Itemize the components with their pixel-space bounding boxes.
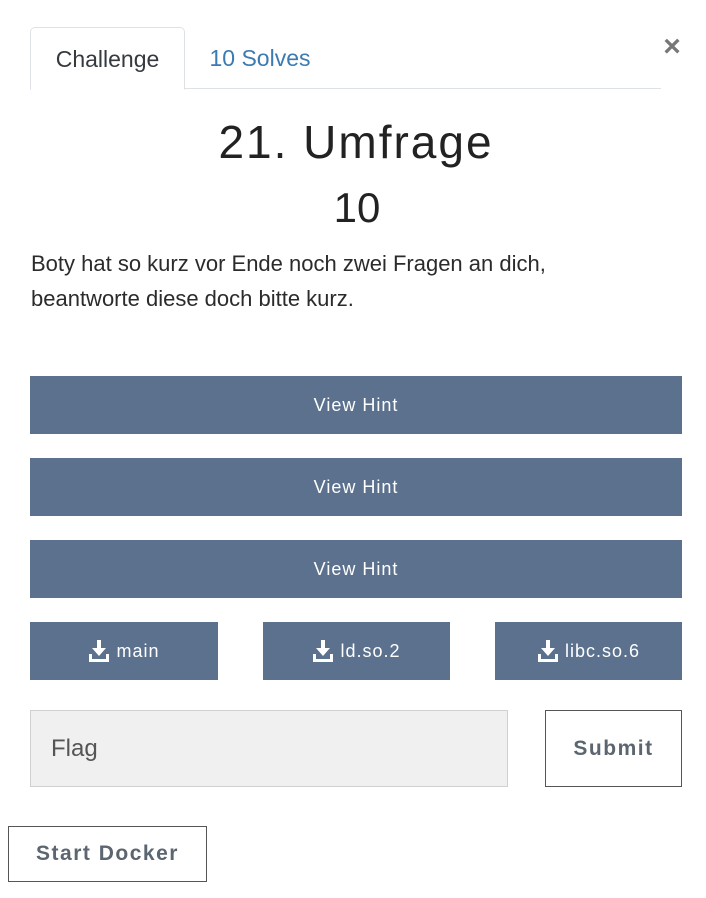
file-download-ld[interactable]: ld.so.2 <box>263 622 450 680</box>
submit-button[interactable]: Submit <box>545 710 682 787</box>
start-docker-button[interactable]: Start Docker <box>8 826 207 882</box>
download-icon <box>89 640 110 662</box>
description-line: Boty hat so kurz vor Ende noch zwei Frag… <box>31 251 546 276</box>
close-icon[interactable]: × <box>656 30 688 64</box>
file-download-libc[interactable]: libc.so.6 <box>495 622 682 680</box>
challenge-modal: Challenge 10 Solves × 21. Umfrage 10 Bot… <box>0 0 706 898</box>
tab-bar: Challenge 10 Solves <box>30 27 661 90</box>
tab-solves[interactable]: 10 Solves <box>190 27 330 89</box>
challenge-points: 10 <box>333 184 381 231</box>
description-line: beantworte diese doch bitte kurz. <box>31 286 354 311</box>
view-hint-button[interactable]: View Hint <box>30 376 682 434</box>
download-icon <box>537 640 558 662</box>
challenge-description: Boty hat so kurz vor Ende noch zwei Frag… <box>31 246 671 316</box>
file-name: main <box>116 640 160 661</box>
file-download-main[interactable]: main <box>30 622 218 680</box>
view-hint-button[interactable]: View Hint <box>30 458 682 516</box>
challenge-title: 21. Umfrage <box>218 116 494 168</box>
download-icon <box>313 640 334 662</box>
file-name: ld.so.2 <box>340 640 401 661</box>
flag-input[interactable] <box>30 710 508 787</box>
view-hint-button[interactable]: View Hint <box>30 540 682 598</box>
file-name: libc.so.6 <box>564 640 641 661</box>
tab-challenge[interactable]: Challenge <box>30 27 185 90</box>
